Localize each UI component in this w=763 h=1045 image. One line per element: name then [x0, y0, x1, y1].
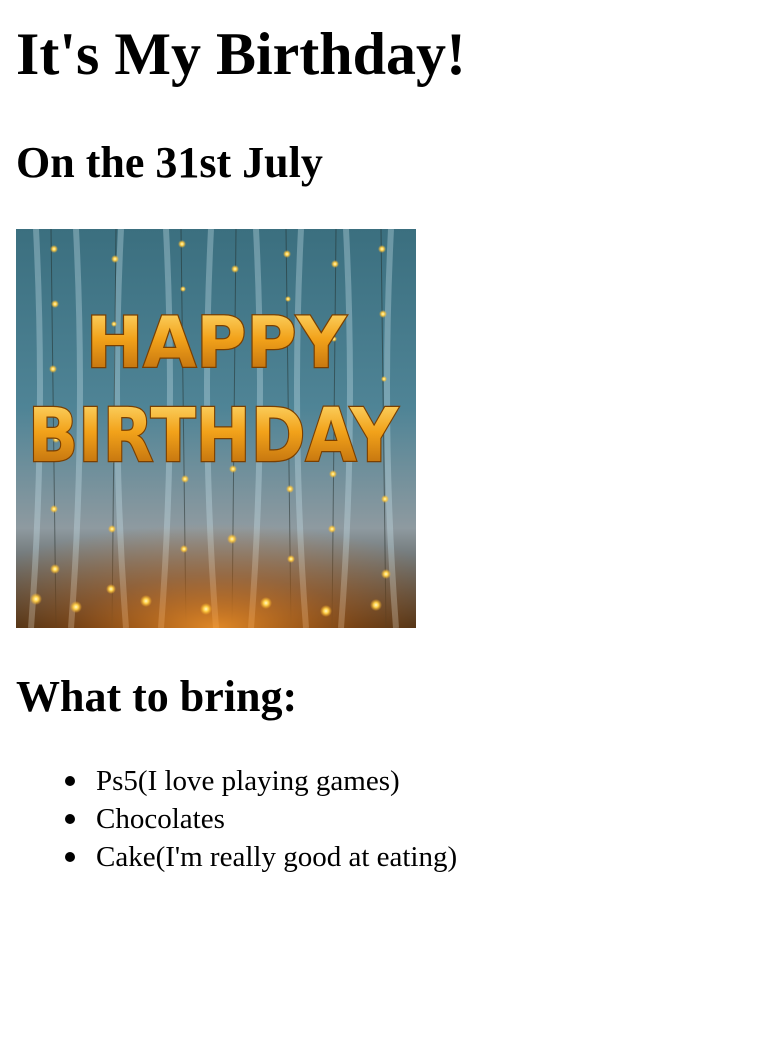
page-title: It's My Birthday! [16, 21, 466, 87]
what-to-bring-heading: What to bring: [16, 672, 298, 721]
banner-happy-text: HAPPY [86, 302, 347, 384]
list-item: Cake(I'm really good at eating) [64, 838, 457, 876]
list-item: Ps5(I love playing games) [64, 762, 457, 800]
happy-birthday-photo: HAPPY BIRTHDAY [16, 229, 416, 628]
bring-list: Ps5(I love playing games) Chocolates Cak… [16, 762, 457, 876]
banner-birthday-text: BIRTHDAY [28, 393, 399, 479]
list-item: Chocolates [64, 800, 457, 838]
birthday-date-heading: On the 31st July [16, 138, 323, 187]
